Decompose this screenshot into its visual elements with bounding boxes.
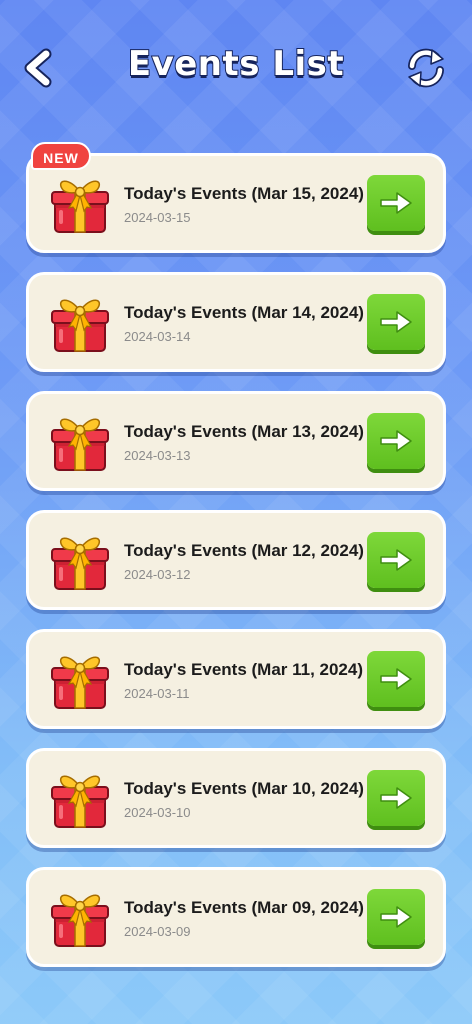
event-card-2[interactable]: Today's Events (Mar 14, 2024) 2024-03-14: [26, 272, 446, 372]
gift-box-icon: [51, 299, 109, 352]
arrow-right-icon: [380, 430, 412, 452]
event-date: 2024-03-14: [124, 329, 191, 344]
gift-box-icon: [51, 775, 109, 828]
arrow-right-icon: [380, 192, 412, 214]
event-date: 2024-03-11: [124, 686, 190, 701]
arrow-right-icon: [380, 906, 412, 928]
arrow-right-icon: [380, 549, 412, 571]
event-card-3[interactable]: Today's Events (Mar 13, 2024) 2024-03-13: [26, 391, 446, 491]
events-list: NEW Today's Events (Mar 15, 2024) 2024-0…: [26, 142, 446, 986]
refresh-icon: [408, 48, 444, 88]
event-date: 2024-03-09: [124, 924, 191, 939]
open-event-button[interactable]: [367, 413, 425, 469]
refresh-button[interactable]: [404, 46, 448, 90]
event-card-5[interactable]: Today's Events (Mar 11, 2024) 2024-03-11: [26, 629, 446, 729]
arrow-right-icon: [380, 787, 412, 809]
new-badge: NEW: [31, 142, 91, 170]
event-card-4[interactable]: Today's Events (Mar 12, 2024) 2024-03-12: [26, 510, 446, 610]
event-card-7[interactable]: Today's Events (Mar 09, 2024) 2024-03-09: [26, 867, 446, 967]
gift-box-icon: [51, 418, 109, 471]
open-event-button[interactable]: [367, 532, 425, 588]
event-title: Today's Events (Mar 09, 2024): [124, 898, 364, 917]
open-event-button[interactable]: [367, 294, 425, 350]
open-event-button[interactable]: [367, 175, 425, 231]
event-title: Today's Events (Mar 11, 2024): [124, 660, 364, 679]
arrow-right-icon: [380, 668, 412, 690]
event-title: Today's Events (Mar 14, 2024): [124, 303, 364, 322]
event-title: Today's Events (Mar 10, 2024): [124, 779, 364, 798]
event-date: 2024-03-12: [124, 567, 191, 582]
arrow-right-icon: [380, 311, 412, 333]
open-event-button[interactable]: [367, 770, 425, 826]
gift-box-icon: [51, 656, 109, 709]
gift-box-icon: [51, 537, 109, 590]
event-card-1[interactable]: NEW Today's Events (Mar 15, 2024) 2024-0…: [26, 142, 446, 253]
event-title: Today's Events (Mar 12, 2024): [124, 541, 364, 560]
event-date: 2024-03-10: [124, 805, 191, 820]
gift-box-icon: [51, 894, 109, 947]
event-date: 2024-03-15: [124, 210, 191, 225]
open-event-button[interactable]: [367, 651, 425, 707]
event-title: Today's Events (Mar 15, 2024): [124, 184, 364, 203]
event-date: 2024-03-13: [124, 448, 191, 463]
open-event-button[interactable]: [367, 889, 425, 945]
gift-box-icon: [51, 180, 109, 233]
page-title: Events List: [127, 43, 345, 85]
event-card-6[interactable]: Today's Events (Mar 10, 2024) 2024-03-10: [26, 748, 446, 848]
event-title: Today's Events (Mar 13, 2024): [124, 422, 364, 441]
header: Events List: [0, 40, 472, 100]
